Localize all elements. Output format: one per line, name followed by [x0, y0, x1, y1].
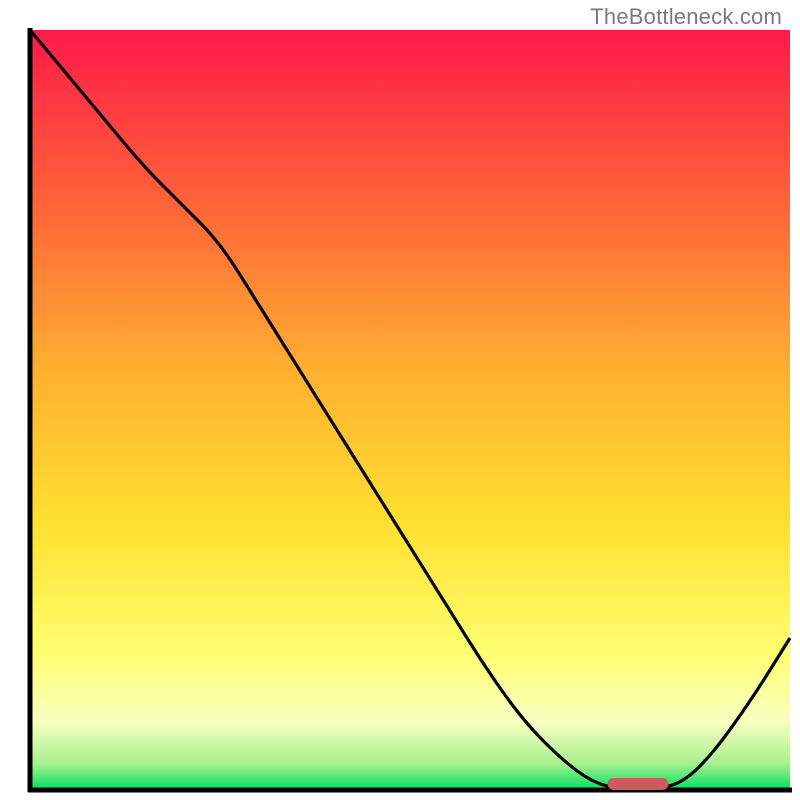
optimal-marker [608, 778, 669, 790]
watermark-text: TheBottleneck.com [590, 4, 782, 30]
plot-background [30, 30, 790, 790]
bottleneck-chart [0, 0, 800, 800]
